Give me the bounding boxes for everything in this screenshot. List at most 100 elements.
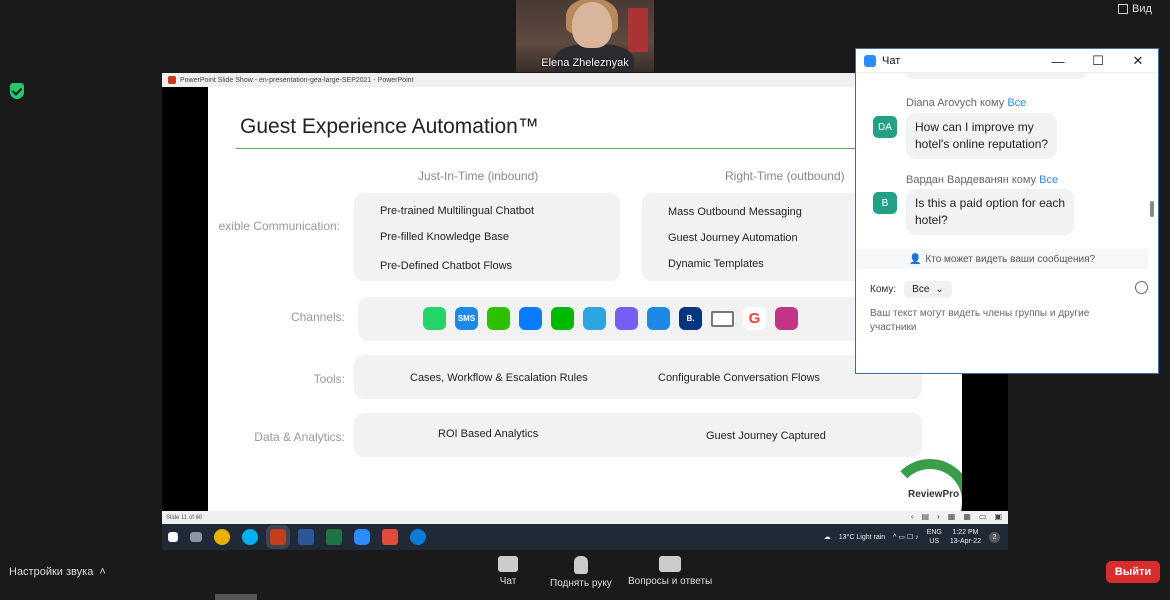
ppt-window-title: PowerPoint Slide Show - en-presentation-… [180, 76, 414, 84]
app-icon[interactable] [382, 529, 398, 545]
title-divider [236, 148, 876, 149]
grid-view-icon [1118, 4, 1128, 14]
recipient-select[interactable]: Все ⌄ [904, 281, 952, 298]
language-indicator[interactable]: ENG US [927, 528, 942, 546]
telegram-icon [583, 307, 606, 330]
raise-hand-button[interactable]: Поднять руку [550, 556, 612, 589]
powerpoint-taskbar-icon[interactable] [266, 525, 290, 549]
hand-icon [573, 556, 588, 574]
chat-button[interactable]: Чат [498, 556, 518, 587]
next-slide-icon[interactable]: › [937, 512, 940, 521]
excel-icon[interactable] [326, 529, 342, 545]
message-sender: Вардан Вардеванян кому Все [906, 174, 1058, 186]
list-item: Mass Outbound Messaging [668, 206, 802, 218]
tools-right: Configurable Conversation Flows [658, 372, 821, 384]
data-left: ROI Based Analytics [438, 428, 539, 440]
panel-data-analytics: ROI Based Analytics Guest Journey Captur… [354, 413, 922, 457]
zoom-icon[interactable] [354, 529, 370, 545]
row-label-communication: exible Communication: [218, 219, 340, 233]
google-icon: G [743, 307, 766, 330]
normal-view-icon[interactable]: ▦ [948, 512, 956, 521]
leave-button[interactable]: Выйти [1106, 561, 1160, 583]
message-bubble[interactable]: How can I improve my hotel's online repu… [906, 113, 1058, 159]
list-item: Pre-Defined Chatbot Flows [380, 260, 513, 272]
lang-primary: ENG [926, 529, 942, 536]
row-label-tools: Tools: [313, 372, 345, 386]
powerpoint-icon [168, 76, 176, 84]
list-item: Pre-filled Knowledge Base [380, 231, 510, 243]
window-controls: — ☐ ✕ [1038, 49, 1158, 73]
list-item: Dynamic Templates [668, 258, 764, 270]
security-shield-icon[interactable] [10, 83, 24, 99]
slideshow-controls: ‹ ▤ › ▦ ▦ ▭ ▣ [911, 512, 1002, 521]
weather-text[interactable]: 13°C Light rain [839, 534, 885, 541]
reviewpro-logo-text: ReviewPro [908, 489, 960, 500]
message-bubble[interactable]: Is this a paid option for each hotel? [906, 189, 1075, 235]
chat-title: Чат [882, 54, 901, 67]
zoom-chat-icon [864, 54, 876, 67]
slide-counter: Slide 11 of 60 [166, 514, 203, 521]
prev-slide-icon[interactable]: ‹ [911, 512, 914, 521]
recipient-value: Все [912, 284, 930, 295]
lang-region: US [929, 538, 940, 545]
qa-label: Вопросы и ответы [628, 576, 713, 587]
messenger-icon [519, 307, 542, 330]
slideshow-view-icon[interactable]: ▣ [994, 512, 1002, 521]
viber-icon [615, 307, 638, 330]
view-button[interactable]: Вид [1118, 0, 1164, 18]
to-word: кому [980, 97, 1005, 109]
clock[interactable]: 1:22 PM 13-Apr-22 [950, 528, 981, 546]
tray-icons[interactable]: ^ ▭ ☐ ♪ [893, 533, 919, 541]
previous-message-bubble [906, 73, 1086, 79]
chat-bubble-icon [498, 556, 518, 572]
sorter-view-icon[interactable]: ▦ [963, 512, 971, 521]
notes-icon[interactable]: ▤ [922, 512, 930, 521]
background-chair [628, 8, 648, 52]
booking-icon: B. [679, 307, 702, 330]
input-hint-line: Ваш текст могут видеть члены группы и др… [870, 308, 1090, 319]
chat-button-label: Чат [499, 576, 517, 587]
qa-button[interactable]: Вопросы и ответы [628, 556, 712, 587]
task-view-icon[interactable] [190, 532, 202, 542]
word-icon[interactable] [298, 529, 314, 545]
minimize-icon[interactable]: — [1038, 49, 1078, 73]
chat-scrollbar[interactable] [1149, 75, 1155, 245]
windows-start-icon[interactable] [168, 532, 178, 542]
audio-settings-button[interactable]: Настройки звука ˄ [9, 566, 106, 578]
recipient-link[interactable]: Все [1039, 174, 1058, 186]
skype-icon[interactable] [242, 529, 258, 545]
line-icon [551, 307, 574, 330]
chat-input[interactable]: Ваш текст могут видеть члены группы и др… [870, 307, 1140, 335]
input-hint-line: участники [870, 322, 917, 333]
windows-taskbar: ☁ 13°C Light rain ^ ▭ ☐ ♪ ENG US 1:22 PM… [162, 524, 1008, 550]
bottom-indicator [215, 594, 257, 600]
message-sender: Diana Arovych кому Все [906, 97, 1026, 109]
chat-titlebar: Чат — ☐ ✕ [856, 49, 1158, 73]
slide: Guest Experience Automation™ Just-In-Tim… [208, 87, 962, 511]
participant-video[interactable]: Elena Zheleznyak [516, 0, 654, 72]
scrollbar-thumb[interactable] [1150, 201, 1154, 217]
view-label: Вид [1132, 3, 1152, 15]
participant-face [572, 2, 612, 48]
slide-title: Guest Experience Automation™ [240, 115, 539, 138]
qa-icon [659, 556, 682, 572]
message-line: Is this a paid option for each [915, 196, 1066, 210]
who-can-see-link[interactable]: 👤 Кто может видеть ваши сообщения? [856, 249, 1148, 269]
channel-icons: SMS B. G [423, 307, 798, 330]
recipient-link[interactable]: Все [1007, 97, 1026, 109]
chrome-icon[interactable] [214, 529, 230, 545]
close-icon[interactable]: ✕ [1118, 49, 1158, 73]
emoji-icon[interactable] [1135, 281, 1148, 294]
maximize-icon[interactable]: ☐ [1078, 49, 1118, 73]
notification-badge[interactable]: 2 [989, 531, 1000, 543]
chevron-up-icon: ˄ [96, 566, 106, 578]
ppt-statusbar: Slide 11 of 60 ‹ ▤ › ▦ ▦ ▭ ▣ [162, 511, 1008, 524]
reading-view-icon[interactable]: ▭ [979, 512, 987, 521]
chat-messages[interactable]: Diana Arovych кому Все DA How can I impr… [856, 73, 1148, 249]
clock-time: 1:22 PM [952, 529, 979, 536]
avatar: В [873, 192, 897, 214]
system-tray: ☁ 13°C Light rain ^ ▭ ☐ ♪ ENG US 1:22 PM… [824, 524, 1000, 550]
row-label-data: Data & Analytics: [254, 430, 345, 444]
edge-icon[interactable] [410, 529, 426, 545]
whatsapp-icon [423, 307, 446, 330]
